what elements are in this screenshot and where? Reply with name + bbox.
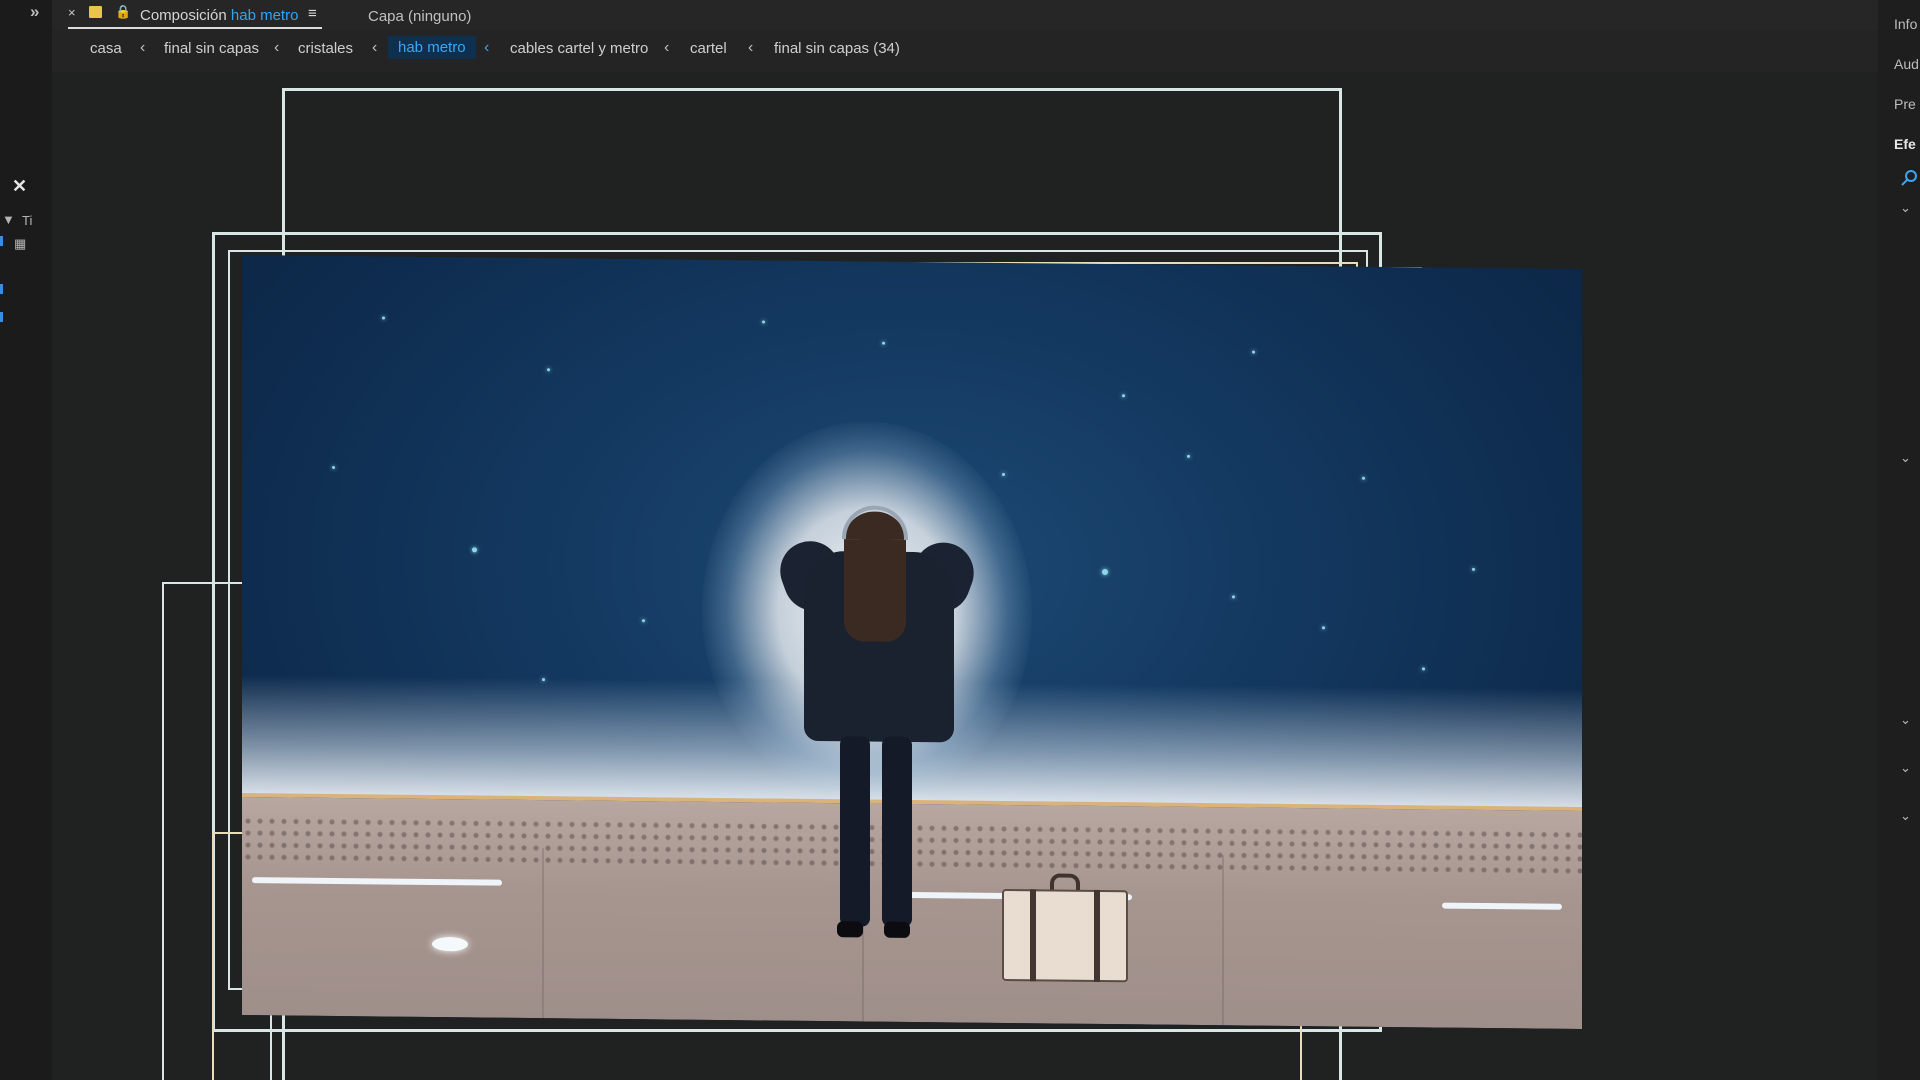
breadcrumb-separator: ‹ <box>664 39 670 56</box>
breadcrumb-item[interactable]: final sin capas <box>164 40 259 57</box>
star <box>1002 472 1005 476</box>
close-tab-icon[interactable]: × <box>68 5 76 20</box>
breadcrumb-item[interactable]: cristales <box>298 40 353 57</box>
star <box>1422 667 1425 671</box>
suitcase-strap <box>1094 889 1100 982</box>
breadcrumb-separator: ‹ <box>140 39 146 56</box>
composition-tab-bar: × 🔒 Composición hab metro ≡ Capa (ningun… <box>52 0 1878 30</box>
active-tab-indicator <box>68 27 322 29</box>
chevron-down-icon[interactable]: ⌄ <box>1900 808 1911 824</box>
star <box>1232 595 1235 599</box>
breadcrumb-separator: ‹ <box>274 39 280 56</box>
chevron-down-icon[interactable]: ⌄ <box>1900 712 1911 728</box>
composition-breadcrumb: casa ‹ final sin capas ‹ cristales ‹ hab… <box>52 30 1878 73</box>
tab-layer[interactable]: Capa (ninguno) <box>368 8 471 25</box>
person-leg <box>840 736 870 927</box>
lock-icon[interactable]: 🔒 <box>115 4 131 20</box>
floor-joint <box>542 848 544 1019</box>
right-panel-stack: Info Aud Pre Efe ⌄ ⌄ ⌄ ⌄ ⌄ <box>1877 0 1920 1080</box>
breadcrumb-item[interactable]: casa <box>90 40 122 57</box>
tab-composition[interactable]: Composición hab metro <box>140 7 298 24</box>
star <box>1362 476 1365 480</box>
star <box>642 619 645 623</box>
breadcrumb-item[interactable]: cables cartel y metro <box>510 40 648 57</box>
chevron-down-icon[interactable]: ⌄ <box>1900 200 1911 216</box>
chevron-down-icon[interactable]: ⌄ <box>1900 760 1911 776</box>
search-icon[interactable] <box>1900 168 1920 188</box>
selection-marker <box>0 236 3 246</box>
composition-viewer[interactable] <box>52 72 1878 1080</box>
star <box>1472 567 1475 571</box>
breadcrumb-separator: ‹ <box>484 39 490 56</box>
expand-panels-icon[interactable]: » <box>30 2 39 22</box>
suitcase <box>1002 873 1128 983</box>
breadcrumb-separator: ‹ <box>372 39 378 56</box>
star <box>547 368 550 372</box>
star <box>1322 626 1325 630</box>
hierarchy-icon[interactable]: ▦ <box>14 236 26 252</box>
star <box>472 547 477 553</box>
panel-tab-info[interactable]: Info <box>1894 16 1917 32</box>
star <box>1122 394 1125 398</box>
composition-canvas[interactable] <box>242 254 1582 1030</box>
composition-icon <box>89 6 102 18</box>
tab-composition-name: hab metro <box>230 7 299 24</box>
star <box>1252 350 1255 354</box>
person-shoe <box>837 921 863 938</box>
tab-composition-prefix: Composición <box>140 7 227 24</box>
suitcase-body <box>1002 888 1128 983</box>
left-tool-panel: » ✕ ▼ Ti ▦ <box>0 0 53 1080</box>
star <box>882 341 885 345</box>
breadcrumb-item-active[interactable]: hab metro <box>388 36 476 59</box>
breadcrumb-item[interactable]: cartel <box>690 40 727 57</box>
tool-pointer-icon[interactable]: ▼ <box>2 212 15 227</box>
person-leg <box>882 736 912 927</box>
star <box>382 316 385 320</box>
person-figure <box>771 505 983 963</box>
tab-menu-icon[interactable]: ≡ <box>308 5 317 22</box>
panel-tab-effects[interactable]: Efe <box>1894 136 1916 152</box>
selection-marker <box>0 312 3 322</box>
floor-lamp <box>432 936 468 952</box>
tool-label: Ti <box>22 213 33 228</box>
panel-tab-audio[interactable]: Aud <box>1894 56 1919 72</box>
panel-tab-preview[interactable]: Pre <box>1894 96 1916 112</box>
breadcrumb-item[interactable]: final sin capas (34) <box>774 40 900 57</box>
suitcase-strap <box>1030 889 1036 982</box>
star <box>1102 568 1108 576</box>
floor-light-strip <box>1442 902 1562 910</box>
chevron-down-icon[interactable]: ⌄ <box>1900 450 1911 466</box>
selection-marker <box>0 284 3 294</box>
star <box>332 465 335 469</box>
floor-joint <box>1222 855 1224 1026</box>
close-panel-icon[interactable]: ✕ <box>12 176 27 197</box>
star <box>762 320 765 324</box>
person-shoe <box>884 921 910 938</box>
star <box>1187 454 1190 458</box>
breadcrumb-separator: ‹ <box>748 39 754 56</box>
